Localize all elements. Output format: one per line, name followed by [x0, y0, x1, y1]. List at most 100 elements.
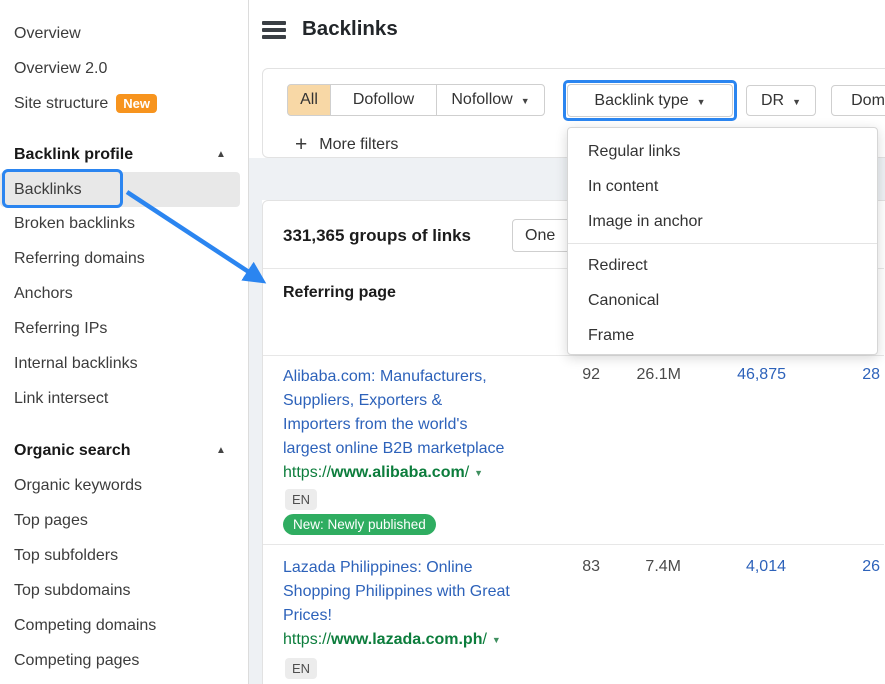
- sidebar-item-label: Organic keywords: [14, 477, 142, 495]
- sidebar-item-label: Top subfolders: [14, 547, 118, 565]
- sidebar-item-referring-domains[interactable]: Referring domains: [0, 241, 248, 276]
- stat-value: 26.1M: [605, 366, 681, 384]
- url-chevron-down-icon[interactable]: ▼: [492, 635, 501, 645]
- menu-item-in-content[interactable]: In content: [568, 169, 877, 204]
- sidebar-item-label: Link intersect: [14, 390, 108, 408]
- backlinks-report-page: Overview Overview 2.0 Site structure New…: [0, 0, 885, 684]
- content-gap-sliver: [249, 158, 262, 684]
- sidebar-item-label: Referring domains: [14, 250, 145, 268]
- menu-item-redirect[interactable]: Redirect: [568, 248, 877, 283]
- filter-all-button[interactable]: All: [287, 84, 331, 116]
- url-path: /: [465, 464, 469, 481]
- referring-page-title-line: Prices!: [283, 604, 585, 628]
- referring-page-title-line: Suppliers, Exporters &: [283, 389, 585, 413]
- chevron-down-icon: ▼: [792, 97, 801, 107]
- sidebar-item-label: Competing pages: [14, 652, 139, 670]
- button-label: More filters: [319, 136, 398, 154]
- sidebar-section-title: Backlink profile: [14, 146, 133, 164]
- column-header-referring-page[interactable]: Referring page: [283, 284, 396, 302]
- chevron-up-icon: ▲: [216, 445, 226, 456]
- stat-value: 7.4M: [605, 558, 681, 576]
- menu-item-label: Regular links: [588, 143, 680, 161]
- menu-item-frame[interactable]: Frame: [568, 318, 877, 353]
- button-label: One: [525, 227, 555, 245]
- sidebar-item-label: Broken backlinks: [14, 215, 135, 233]
- url-domain: www.lazada.com.ph: [331, 631, 482, 648]
- results-count: 331,365 groups of links: [283, 226, 471, 246]
- button-label: Nofollow: [451, 91, 512, 109]
- sidebar-item-competing-pages[interactable]: Competing pages: [0, 643, 248, 678]
- sidebar-item-label: Referring IPs: [14, 320, 107, 338]
- referring-page-title-line: Shopping Philippines with Great: [283, 580, 585, 604]
- referring-page-url[interactable]: https://www.lazada.com.ph/▼: [283, 631, 501, 649]
- filter-dofollow-button[interactable]: Dofollow: [330, 84, 437, 116]
- sidebar-section-organic-search[interactable]: Organic search ▲: [0, 433, 248, 468]
- newly-published-badge: New: Newly published: [283, 514, 436, 535]
- chevron-up-icon: ▲: [216, 149, 226, 160]
- sidebar-item-competing-domains[interactable]: Competing domains: [0, 608, 248, 643]
- table-divider: [263, 355, 884, 356]
- sidebar-item-label: Anchors: [14, 285, 73, 303]
- button-label: Dofollow: [353, 91, 414, 109]
- sidebar-item-label: Top pages: [14, 512, 88, 530]
- sidebar-item-top-subfolders[interactable]: Top subfolders: [0, 538, 248, 573]
- menu-item-label: Frame: [588, 327, 634, 345]
- sidebar-item-broken-backlinks[interactable]: Broken backlinks: [0, 206, 248, 241]
- referring-page-url[interactable]: https://www.alibaba.com/ ▼: [283, 464, 483, 482]
- referring-page-title-line: largest online B2B marketplace: [283, 437, 585, 461]
- menu-icon[interactable]: [262, 21, 286, 39]
- page-title: Backlinks: [302, 17, 398, 41]
- sidebar-item-label: Internal backlinks: [14, 355, 138, 373]
- filter-backlink-type-button[interactable]: Backlink type ▼: [567, 84, 733, 117]
- stat-link[interactable]: 4,014: [690, 558, 786, 576]
- filter-nofollow-button[interactable]: Nofollow ▼: [436, 84, 545, 116]
- plus-icon: +: [295, 135, 307, 155]
- sidebar-item-top-pages[interactable]: Top pages: [0, 503, 248, 538]
- sidebar-item-label: Site structure: [14, 95, 108, 113]
- stat-link[interactable]: 28: [814, 366, 880, 384]
- menu-item-label: Redirect: [588, 257, 648, 275]
- menu-icon-bar: [262, 35, 286, 39]
- menu-icon-bar: [262, 28, 286, 32]
- table-divider: [263, 544, 884, 545]
- sidebar-item-backlinks[interactable]: Backlinks: [0, 172, 248, 207]
- button-label: Dom: [851, 92, 885, 110]
- sidebar-item-link-intersect[interactable]: Link intersect: [0, 381, 248, 416]
- button-label: All: [300, 91, 318, 109]
- menu-item-canonical[interactable]: Canonical: [568, 283, 877, 318]
- sidebar-item-organic-keywords[interactable]: Organic keywords: [0, 468, 248, 503]
- language-badge: EN: [285, 658, 317, 679]
- sidebar-item-label: Overview 2.0: [14, 60, 107, 78]
- sidebar-item-overview[interactable]: Overview: [0, 16, 248, 51]
- sidebar-item-label: Backlinks: [14, 181, 82, 199]
- new-badge: New: [116, 94, 157, 113]
- sidebar-section-backlink-profile[interactable]: Backlink profile ▲: [0, 137, 248, 172]
- button-label: Backlink type: [594, 92, 688, 110]
- url-domain: www.alibaba.com: [331, 464, 465, 481]
- sidebar-item-internal-backlinks[interactable]: Internal backlinks: [0, 346, 248, 381]
- chevron-down-icon: ▼: [697, 97, 706, 107]
- menu-icon-bar: [262, 21, 286, 25]
- sidebar-item-overview-2[interactable]: Overview 2.0: [0, 51, 248, 86]
- sidebar-item-referring-ips[interactable]: Referring IPs: [0, 311, 248, 346]
- stat-link[interactable]: 26: [814, 558, 880, 576]
- sidebar-item-label: Top subdomains: [14, 582, 131, 600]
- filter-domain-button[interactable]: Dom: [831, 85, 885, 116]
- menu-divider: [568, 243, 877, 244]
- chevron-down-icon: ▼: [521, 96, 530, 106]
- url-chevron-down-icon[interactable]: ▼: [474, 468, 483, 478]
- sidebar-item-top-subdomains[interactable]: Top subdomains: [0, 573, 248, 608]
- url-scheme: https://: [283, 631, 331, 648]
- filter-dr-button[interactable]: DR ▼: [746, 85, 816, 116]
- more-filters-button[interactable]: + More filters: [295, 134, 398, 156]
- backlink-type-menu: Regular links In content Image in anchor…: [567, 127, 878, 355]
- sidebar-item-label: Overview: [14, 25, 81, 43]
- stat-link[interactable]: 46,875: [690, 366, 786, 384]
- sidebar-item-anchors[interactable]: Anchors: [0, 276, 248, 311]
- stat-value: 92: [540, 366, 600, 384]
- menu-item-regular-links[interactable]: Regular links: [568, 134, 877, 169]
- sidebar-item-site-structure[interactable]: Site structure New: [0, 86, 248, 121]
- url-scheme: https://: [283, 464, 331, 481]
- menu-item-image-in-anchor[interactable]: Image in anchor: [568, 204, 877, 239]
- button-label: DR: [761, 92, 784, 110]
